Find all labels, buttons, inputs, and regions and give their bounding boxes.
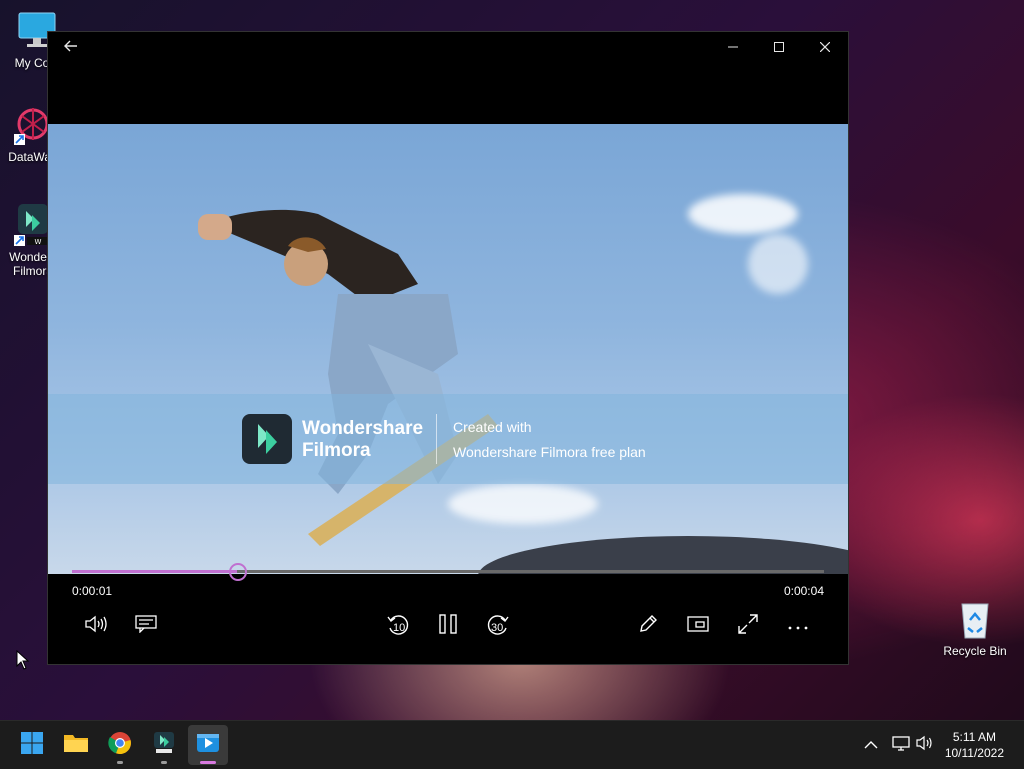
mouse-cursor-icon bbox=[16, 650, 30, 670]
cloud bbox=[748, 234, 808, 294]
tray-network[interactable] bbox=[892, 735, 910, 756]
filmora-taskbar-icon bbox=[152, 731, 176, 760]
skateboarder-figure bbox=[198, 209, 498, 546]
minimize-icon bbox=[728, 39, 738, 57]
mini-view-icon bbox=[687, 615, 709, 637]
media-player-icon bbox=[196, 731, 220, 760]
skip-back-label: 10 bbox=[393, 622, 406, 634]
start-button[interactable] bbox=[12, 725, 52, 765]
file-explorer-icon bbox=[63, 732, 89, 759]
close-button[interactable] bbox=[802, 32, 848, 64]
play-pause-button[interactable] bbox=[428, 608, 468, 644]
skip-forward-label: 30 bbox=[491, 622, 504, 634]
chevron-up-icon bbox=[864, 737, 878, 754]
maximize-icon bbox=[774, 39, 784, 57]
watermark-brand-line1: Wondershare bbox=[302, 418, 424, 439]
fullscreen-button[interactable] bbox=[728, 608, 768, 644]
media-player-window: Wondershare Filmora Created with Wonders… bbox=[48, 32, 848, 664]
system-clock[interactable]: 5:11 AM 10/11/2022 bbox=[945, 729, 1004, 761]
seek-bar-progress bbox=[72, 570, 238, 573]
total-time: 0:00:04 bbox=[783, 584, 824, 598]
pencil-icon bbox=[638, 614, 658, 639]
seek-bar-thumb[interactable] bbox=[229, 563, 248, 581]
skip-back-icon: 10 bbox=[386, 614, 410, 638]
captions-icon bbox=[135, 614, 157, 638]
start-icon bbox=[20, 731, 44, 760]
volume-icon bbox=[85, 615, 107, 638]
more-icon bbox=[788, 617, 808, 635]
running-indicator bbox=[161, 761, 167, 764]
clock-date: 10/11/2022 bbox=[944, 746, 1004, 760]
tray-chevron[interactable] bbox=[864, 737, 878, 755]
taskbar-media-player[interactable] bbox=[188, 725, 228, 765]
running-indicator bbox=[117, 761, 123, 764]
watermark-band bbox=[48, 394, 848, 484]
watermark-plan-text: Wondershare Filmora free plan bbox=[453, 444, 646, 460]
watermark-brand-line2: Filmora bbox=[302, 440, 371, 461]
mini-view-button[interactable] bbox=[678, 608, 718, 644]
desktop-icon-recycle-bin[interactable]: Recycle Bin bbox=[942, 598, 1008, 658]
skip-forward-button[interactable]: 30 bbox=[478, 608, 518, 644]
more-options-button[interactable] bbox=[778, 608, 818, 644]
pause-icon bbox=[438, 613, 458, 639]
video-frame[interactable]: Wondershare Filmora Created with Wonders… bbox=[48, 124, 848, 574]
volume-button[interactable] bbox=[76, 608, 116, 644]
network-icon bbox=[892, 736, 910, 755]
ground-ramp bbox=[478, 536, 848, 574]
edit-button[interactable] bbox=[628, 608, 668, 644]
back-arrow-icon bbox=[64, 39, 78, 57]
minimize-button[interactable] bbox=[710, 32, 756, 64]
desktop-icon-label: Recycle Bin bbox=[943, 644, 1007, 658]
maximize-button[interactable] bbox=[756, 32, 802, 64]
taskbar-filmora[interactable] bbox=[144, 725, 184, 765]
close-icon bbox=[819, 39, 831, 57]
clock-time: 5:11 AM bbox=[952, 730, 996, 744]
active-indicator bbox=[200, 761, 216, 764]
title-bar bbox=[48, 32, 848, 64]
taskbar: 5:11 AM 10/11/2022 bbox=[0, 720, 1024, 769]
tray-volume[interactable] bbox=[916, 735, 934, 756]
taskbar-file-explorer[interactable] bbox=[56, 725, 96, 765]
recycle-bin-icon bbox=[954, 598, 996, 640]
elapsed-time: 0:00:01 bbox=[72, 584, 113, 598]
cloud bbox=[688, 194, 798, 234]
seek-bar[interactable] bbox=[72, 563, 824, 581]
watermark-divider bbox=[436, 414, 437, 464]
fullscreen-icon bbox=[738, 613, 758, 639]
chrome-icon bbox=[108, 731, 132, 760]
speaker-icon bbox=[916, 735, 934, 755]
captions-button[interactable] bbox=[126, 608, 166, 644]
taskbar-chrome[interactable] bbox=[100, 725, 140, 765]
watermark-brand: Wondershare Filmora bbox=[302, 418, 432, 462]
skip-back-button[interactable]: 10 bbox=[378, 608, 418, 644]
desktop-icon-label-line2: Filmora bbox=[12, 264, 53, 278]
svg-text:W: W bbox=[35, 238, 42, 246]
skip-forward-icon: 30 bbox=[486, 614, 510, 638]
watermark-created-with: Created with bbox=[453, 419, 532, 435]
back-button[interactable] bbox=[48, 32, 94, 64]
filmora-watermark-logo bbox=[242, 414, 292, 464]
